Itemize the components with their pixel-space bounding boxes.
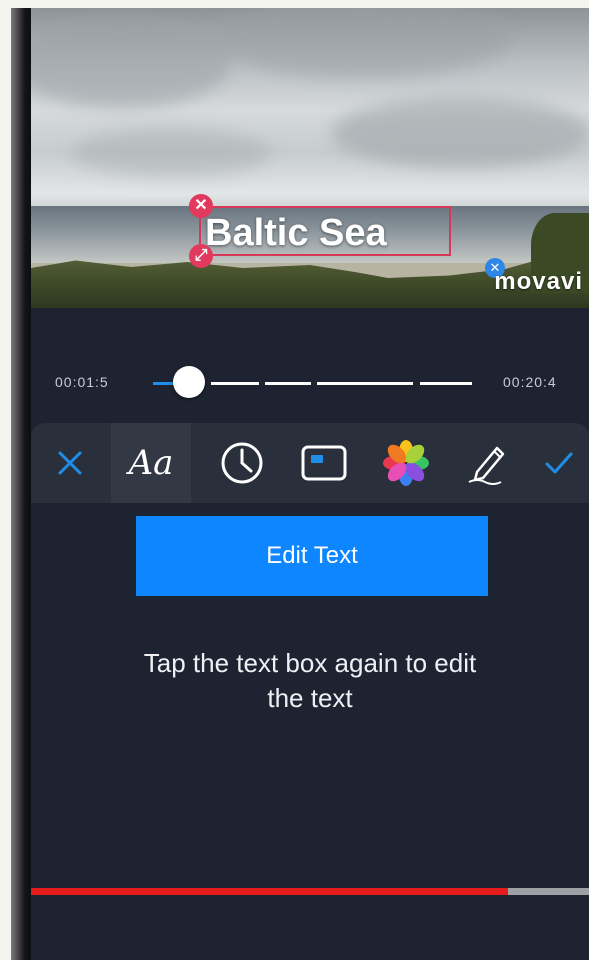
timeline-segment xyxy=(420,382,472,385)
clock-icon[interactable] xyxy=(201,423,283,503)
timeline-segment xyxy=(211,382,259,385)
hint-line-1: Tap the text box again to edit xyxy=(143,648,477,678)
total-time: 00:20:4 xyxy=(503,374,557,390)
text-tools-toolbar: Aa xyxy=(31,423,589,503)
font-icon[interactable]: Aa xyxy=(111,423,191,503)
timeline-scrubber[interactable] xyxy=(173,366,205,398)
checkmark-icon[interactable] xyxy=(529,423,589,503)
cloud xyxy=(211,8,511,78)
hint-text: Tap the text box again to edit the text xyxy=(31,646,589,716)
text-box-style-icon[interactable] xyxy=(283,423,365,503)
watermark: movavi xyxy=(494,268,583,295)
timeline-segment xyxy=(265,382,311,385)
edit-text-button[interactable]: Edit Text xyxy=(136,516,488,596)
resize-icon[interactable]: ⤢ xyxy=(189,244,213,268)
font-label: Aa xyxy=(128,443,174,483)
cloud xyxy=(31,18,231,108)
pen-icon[interactable] xyxy=(447,423,529,503)
color-palette-icon[interactable] xyxy=(365,423,447,503)
close-icon[interactable] xyxy=(31,423,109,503)
device-bezel xyxy=(11,8,31,960)
video-preview[interactable]: Baltic Sea ✕ ⤢ ✕ movavi xyxy=(31,8,589,308)
video-progress-played xyxy=(11,888,509,895)
cloud xyxy=(331,98,589,168)
text-overlay-label[interactable]: Baltic Sea xyxy=(205,212,445,254)
close-icon[interactable]: ✕ xyxy=(189,194,213,218)
current-time: 00:01:5 xyxy=(55,374,109,390)
hint-line-2: the text xyxy=(267,683,353,713)
app-screen: Baltic Sea ✕ ⤢ ✕ movavi 00:01:5 00:20:4 … xyxy=(11,8,589,960)
timeline-segment xyxy=(317,382,413,385)
cloud xyxy=(71,128,271,178)
